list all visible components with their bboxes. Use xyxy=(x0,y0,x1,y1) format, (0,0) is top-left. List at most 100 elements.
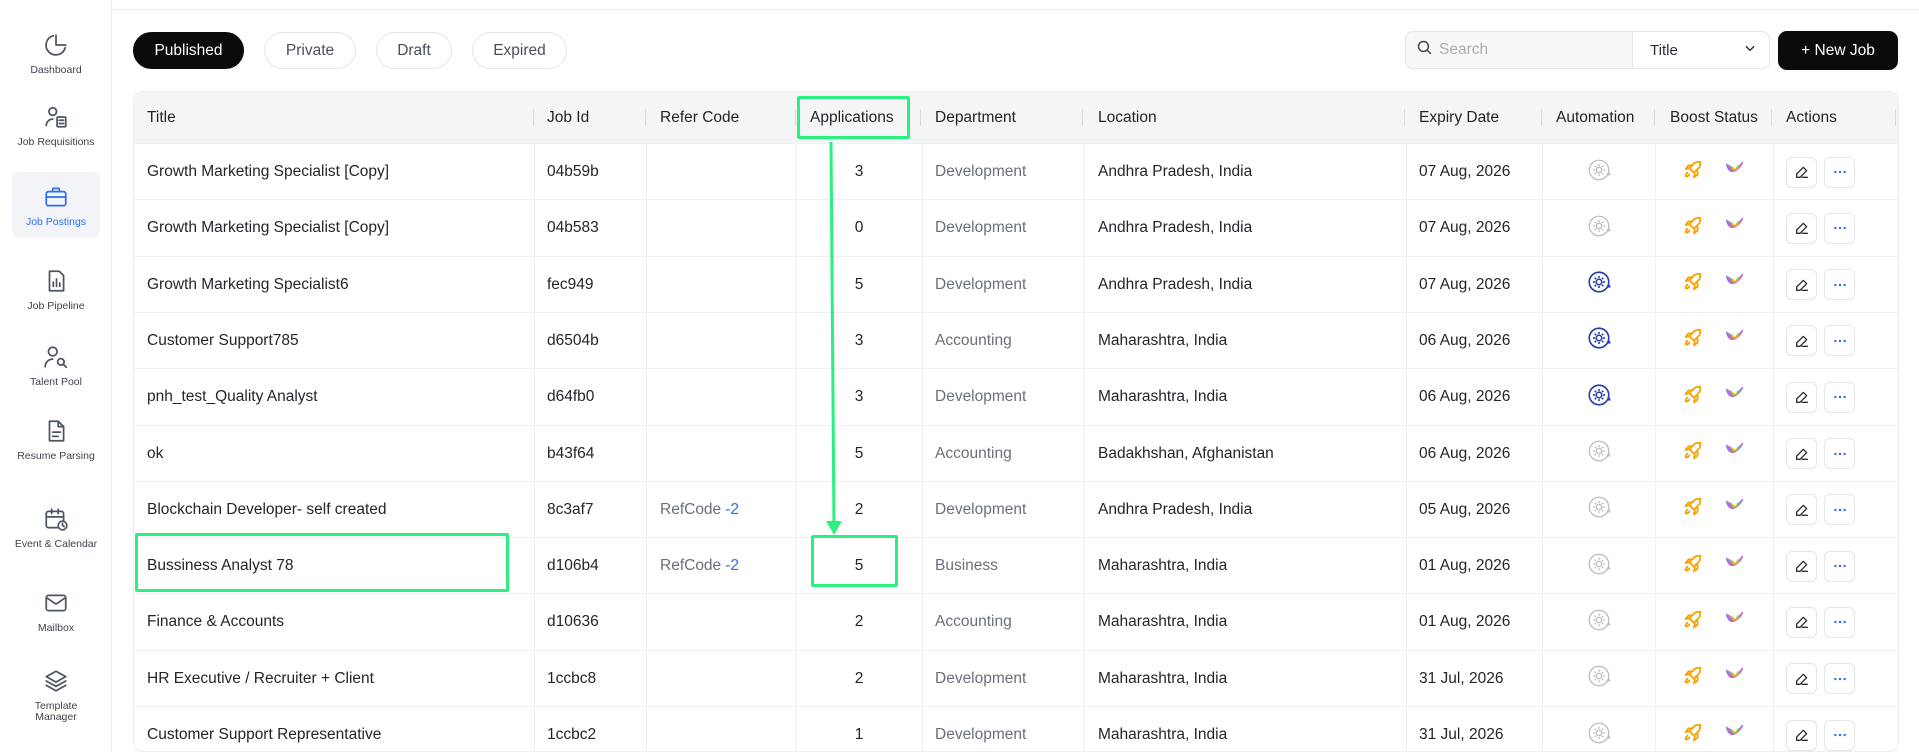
sidebar-item-job-postings[interactable]: Job Postings xyxy=(12,172,100,238)
table-row[interactable]: ok b43f64 5 Accounting Badakhshan, Afghanist… xyxy=(134,424,1898,482)
applications-count[interactable]: 2 xyxy=(796,594,922,650)
edit-button[interactable] xyxy=(1786,156,1817,188)
boost-swoosh-icon[interactable] xyxy=(1724,496,1746,523)
automation-inactive-icon[interactable] xyxy=(1586,438,1612,469)
rocket-icon[interactable] xyxy=(1682,327,1704,354)
rocket-icon[interactable] xyxy=(1682,271,1704,298)
applications-count[interactable]: 3 xyxy=(796,313,922,369)
edit-button[interactable] xyxy=(1786,269,1817,301)
more-options-button[interactable] xyxy=(1824,156,1855,188)
tab-draft[interactable]: Draft xyxy=(376,32,452,69)
automation-inactive-icon[interactable] xyxy=(1586,607,1612,638)
column-header-expiry[interactable]: Expiry Date xyxy=(1419,92,1499,143)
job-title-cell[interactable]: Blockchain Developer- self created xyxy=(147,482,387,538)
applications-count[interactable]: 5 xyxy=(796,257,922,313)
more-options-button[interactable] xyxy=(1824,606,1855,638)
job-title-cell[interactable]: Bussiness Analyst 78 xyxy=(147,538,293,594)
job-title-cell[interactable]: Growth Marketing Specialist6 xyxy=(147,257,349,313)
column-header-department[interactable]: Department xyxy=(935,92,1016,143)
boost-swoosh-icon[interactable] xyxy=(1724,609,1746,636)
applications-count[interactable]: 5 xyxy=(796,426,922,482)
tab-expired[interactable]: Expired xyxy=(472,32,567,69)
boost-swoosh-icon[interactable] xyxy=(1724,553,1746,580)
edit-button[interactable] xyxy=(1786,381,1817,413)
more-options-button[interactable] xyxy=(1824,719,1855,751)
rocket-icon[interactable] xyxy=(1682,665,1704,692)
more-options-button[interactable] xyxy=(1824,381,1855,413)
automation-inactive-icon[interactable] xyxy=(1586,213,1612,244)
applications-count[interactable]: 5 xyxy=(796,538,922,594)
boost-swoosh-icon[interactable] xyxy=(1724,440,1746,467)
column-header-boost[interactable]: Boost Status xyxy=(1670,92,1758,143)
automation-active-icon[interactable] xyxy=(1586,269,1612,300)
job-title-cell[interactable]: HR Executive / Recruiter + Client xyxy=(147,651,374,707)
rocket-icon[interactable] xyxy=(1682,384,1704,411)
table-row[interactable]: Growth Marketing Specialist [Copy] 04b583… xyxy=(134,199,1898,255)
more-options-button[interactable] xyxy=(1824,212,1855,244)
sidebar-item-resume-parsing[interactable]: Resume Parsing xyxy=(12,412,100,466)
boost-swoosh-icon[interactable] xyxy=(1724,384,1746,411)
automation-inactive-icon[interactable] xyxy=(1586,157,1612,188)
rocket-icon[interactable] xyxy=(1682,215,1704,242)
sidebar-item-template-manager[interactable]: Template Manager xyxy=(12,662,100,727)
job-title-cell[interactable]: Customer Support785 xyxy=(147,313,299,369)
boost-swoosh-icon[interactable] xyxy=(1724,722,1746,749)
rocket-icon[interactable] xyxy=(1682,553,1704,580)
edit-button[interactable] xyxy=(1786,494,1817,526)
applications-count[interactable]: 3 xyxy=(796,144,922,200)
edit-button[interactable] xyxy=(1786,550,1817,582)
table-row[interactable]: Growth Marketing Specialist6 fec949 5 Devel… xyxy=(134,255,1898,313)
boost-swoosh-icon[interactable] xyxy=(1724,327,1746,354)
table-row[interactable]: Finance & Accounts d10636 2 Accounting Mahar… xyxy=(134,593,1898,649)
column-header-applications[interactable]: Applications xyxy=(810,92,894,143)
edit-button[interactable] xyxy=(1786,719,1817,751)
table-row[interactable]: Customer Support785 d6504b 3 Accounting Maha… xyxy=(134,311,1898,369)
more-options-button[interactable] xyxy=(1824,663,1855,695)
job-title-cell[interactable]: ok xyxy=(147,426,163,482)
sidebar-item-talent-pool[interactable]: Talent Pool xyxy=(12,338,100,392)
job-title-cell[interactable]: pnh_test_Quality Analyst xyxy=(147,369,318,425)
automation-inactive-icon[interactable] xyxy=(1586,494,1612,525)
search-input[interactable] xyxy=(1439,41,1629,59)
edit-button[interactable] xyxy=(1786,663,1817,695)
rocket-icon[interactable] xyxy=(1682,159,1704,186)
automation-inactive-icon[interactable] xyxy=(1586,551,1612,582)
more-options-button[interactable] xyxy=(1824,494,1855,526)
table-row[interactable]: Customer Support Representative 1ccbc2 1 De… xyxy=(134,706,1898,751)
automation-inactive-icon[interactable] xyxy=(1586,663,1612,694)
rocket-icon[interactable] xyxy=(1682,496,1704,523)
rocket-icon[interactable] xyxy=(1682,440,1704,467)
boost-swoosh-icon[interactable] xyxy=(1724,215,1746,242)
edit-button[interactable] xyxy=(1786,438,1817,469)
tab-published[interactable]: Published xyxy=(133,32,244,69)
refer-code-number[interactable]: -2 xyxy=(725,501,739,519)
column-header-job-id[interactable]: Job Id xyxy=(547,92,589,143)
boost-swoosh-icon[interactable] xyxy=(1724,159,1746,186)
column-header-title[interactable]: Title xyxy=(147,92,176,143)
rocket-icon[interactable] xyxy=(1682,609,1704,636)
edit-button[interactable] xyxy=(1786,325,1817,357)
edit-button[interactable] xyxy=(1786,212,1817,244)
job-title-cell[interactable]: Growth Marketing Specialist [Copy] xyxy=(147,144,389,200)
automation-active-icon[interactable] xyxy=(1586,325,1612,356)
column-header-actions[interactable]: Actions xyxy=(1786,92,1837,143)
job-title-cell[interactable]: Finance & Accounts xyxy=(147,594,284,650)
applications-count[interactable]: 2 xyxy=(796,651,922,707)
automation-active-icon[interactable] xyxy=(1586,382,1612,413)
applications-count[interactable]: 2 xyxy=(796,482,922,538)
rocket-icon[interactable] xyxy=(1682,722,1704,749)
boost-swoosh-icon[interactable] xyxy=(1724,271,1746,298)
more-options-button[interactable] xyxy=(1824,438,1855,469)
job-title-cell[interactable]: Customer Support Representative xyxy=(147,707,381,751)
sidebar-item-dashboard[interactable]: Dashboard xyxy=(12,26,100,80)
boost-swoosh-icon[interactable] xyxy=(1724,665,1746,692)
sidebar-item-job-requisitions[interactable]: Job Requisitions xyxy=(12,98,100,152)
search-by-select[interactable]: Title xyxy=(1633,32,1769,68)
column-header-refer-code[interactable]: Refer Code xyxy=(660,92,739,143)
new-job-button[interactable]: + New Job xyxy=(1778,31,1898,70)
column-header-automation[interactable]: Automation xyxy=(1556,92,1634,143)
table-row[interactable]: HR Executive / Recruiter + Client 1ccbc8 2… xyxy=(134,649,1898,707)
table-row[interactable]: pnh_test_Quality Analyst d64fb0 3 Developme… xyxy=(134,368,1898,424)
more-options-button[interactable] xyxy=(1824,550,1855,582)
edit-button[interactable] xyxy=(1786,606,1817,638)
